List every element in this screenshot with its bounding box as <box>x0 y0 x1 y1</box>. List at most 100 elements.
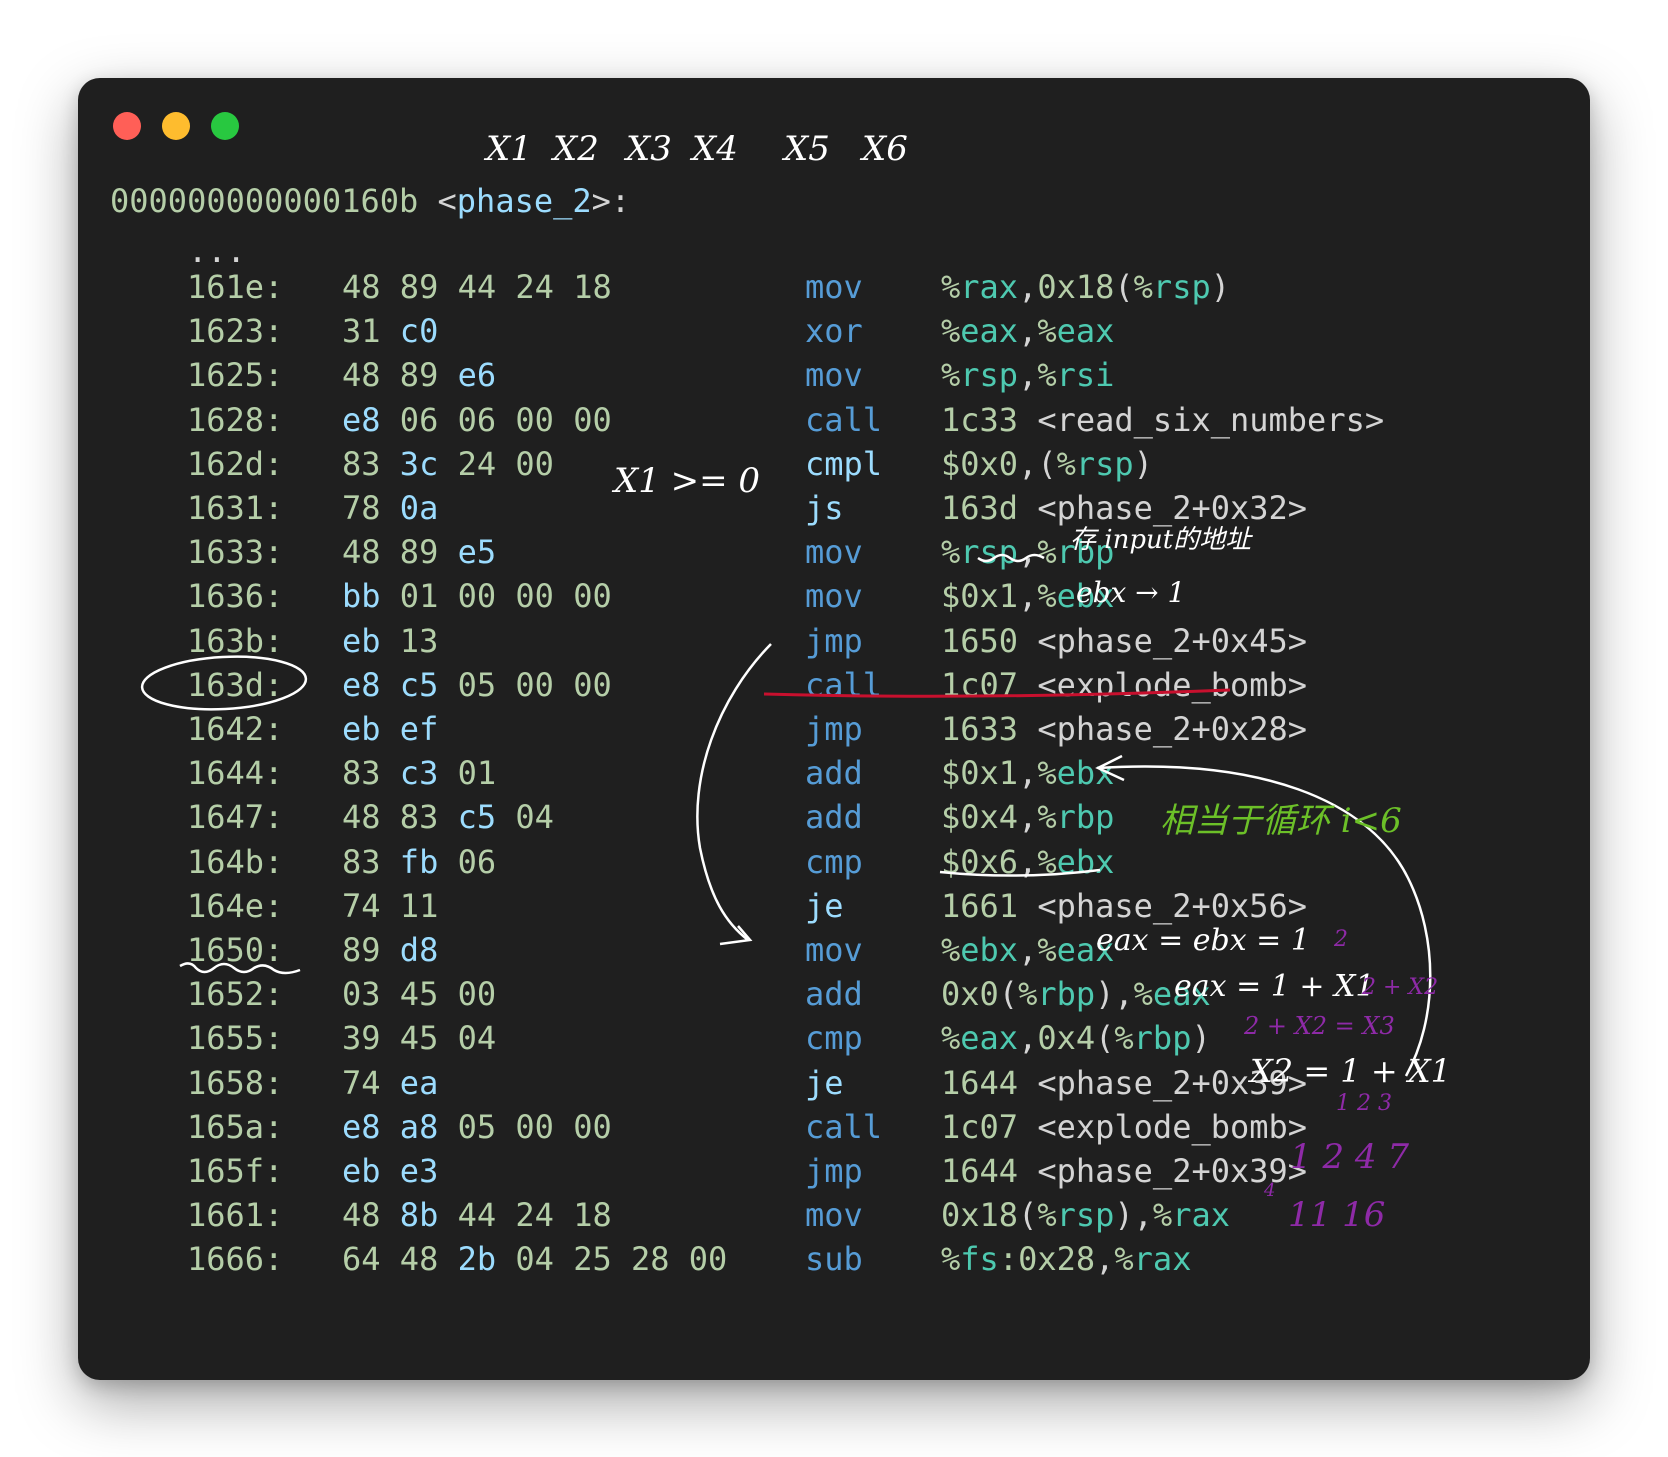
instruction-row: 1647: 48 83 c5 04 add $0x4,%rbp <box>78 794 1578 841</box>
instruction-mnemonic: add <box>805 798 863 837</box>
instruction-operands: %fs:0x28,%rax <box>941 1240 1192 1279</box>
instruction-bytes: 83 3c 24 00 <box>342 444 554 483</box>
instruction-mnemonic: cmp <box>805 842 863 881</box>
instruction-address: 1650: <box>187 931 284 969</box>
label-x4: X4 <box>689 129 738 169</box>
instruction-operands: 0x0(%rbp),%eax <box>941 975 1211 1014</box>
instruction-operands: %rax,0x18(%rsp) <box>941 268 1230 306</box>
instruction-operands: 1650 <phase_2+0x45> <box>941 621 1308 660</box>
maximize-button[interactable] <box>211 112 239 140</box>
instruction-mnemonic: add <box>805 754 863 793</box>
instruction-operands: %rsp,%rsi <box>941 356 1115 395</box>
instruction-mnemonic: add <box>805 975 863 1014</box>
instruction-operands: $0x6,%ebx <box>941 842 1115 881</box>
instruction-mnemonic: mov <box>805 533 863 572</box>
instruction-operands: %eax,%eax <box>941 312 1115 351</box>
instruction-row: 163b: eb 13 jmp 1650 <phase_2+0x45> <box>78 618 1578 665</box>
instruction-address: 161e: <box>187 268 284 306</box>
instruction-bytes: 74 11 <box>342 886 439 925</box>
instruction-row: 1666: 64 48 2b 04 25 28 00 sub %fs:0x28,%ra… <box>78 1236 1578 1283</box>
instruction-operands: $0x4,%rbp <box>941 798 1115 837</box>
instruction-address: 163b: <box>187 621 284 660</box>
instruction-bytes: e8 06 06 00 00 <box>342 400 612 439</box>
instruction-address: 1628: <box>187 400 284 439</box>
instruction-operands: $0x1,%ebx <box>941 754 1115 793</box>
instruction-row: 1623: 31 c0 xor %eax,%eax <box>78 308 1578 355</box>
instruction-row: 1644: 83 c3 01 add $0x1,%ebx <box>78 750 1578 797</box>
instruction-row: 1625: 48 89 e6 mov %rsp,%rsi <box>78 352 1578 399</box>
instruction-operands: 163d <phase_2+0x32> <box>941 489 1308 527</box>
instruction-row: 162d: 83 3c 24 00 cmpl $0x0,(%rsp) <box>78 441 1578 488</box>
instruction-bytes: 03 45 00 <box>342 975 497 1014</box>
instruction-row: 165a: e8 a8 05 00 00 call 1c07 <explode_bom… <box>78 1104 1578 1151</box>
instruction-operands: %eax,0x4(%rbp) <box>941 1019 1211 1058</box>
instruction-row: 164e: 74 11 je 1661 <phase_2+0x56> <box>78 883 1578 930</box>
instruction-row: 165f: eb e3 jmp 1644 <phase_2+0x39> <box>78 1148 1578 1195</box>
instruction-mnemonic: jmp <box>805 1152 863 1190</box>
instruction-bytes: 83 c3 01 <box>342 754 497 793</box>
instruction-address: 165f: <box>187 1152 284 1190</box>
instruction-bytes: bb 01 00 00 00 <box>342 577 612 616</box>
instruction-operands: 1633 <phase_2+0x28> <box>941 710 1308 748</box>
instruction-operands: %rsp,%rbp <box>941 533 1115 572</box>
instruction-row: 1642: eb ef jmp 1633 <phase_2+0x28> <box>78 706 1578 753</box>
instruction-mnemonic: jmp <box>805 710 863 748</box>
function-symbol: phase_2 <box>456 182 592 220</box>
instruction-address: 1658: <box>187 1063 284 1102</box>
instruction-mnemonic: call <box>805 665 883 704</box>
instruction-address: 1636: <box>187 577 284 616</box>
instruction-operands: %ebx,%eax <box>941 931 1115 969</box>
instruction-row: 1661: 48 8b 44 24 18 mov 0x18(%rsp),%rax <box>78 1192 1578 1239</box>
instruction-bytes: 48 89 44 24 18 <box>342 268 612 306</box>
instruction-operands: 1661 <phase_2+0x56> <box>941 886 1308 925</box>
instruction-row: 1636: bb 01 00 00 00 mov $0x1,%ebx <box>78 573 1578 620</box>
instruction-bytes: 31 c0 <box>342 312 439 351</box>
instruction-row: 1633: 48 89 e5 mov %rsp,%rbp <box>78 529 1578 576</box>
disassembly-listing: 000000000000160b <phase_2>: ... 161e: 48 … <box>78 78 1384 1278</box>
instruction-row: 161e: 48 89 44 24 18 mov %rax,0x18(%rsp) <box>78 264 1578 311</box>
instruction-address: 164b: <box>187 842 284 881</box>
instruction-bytes: 48 83 c5 04 <box>342 798 554 837</box>
label-x2: X2 <box>550 129 599 169</box>
instruction-address: 162d: <box>187 444 284 483</box>
terminal-window: 000000000000160b <phase_2>: ... 161e: 48 … <box>78 78 1590 1380</box>
minimize-button[interactable] <box>162 112 190 140</box>
label-x6: X6 <box>859 129 908 169</box>
instruction-operands: 1644 <phase_2+0x39> <box>941 1152 1308 1190</box>
instruction-address: 1633: <box>187 533 284 572</box>
instruction-address: 1655: <box>187 1019 284 1058</box>
instruction-row: 1658: 74 ea je 1644 <phase_2+0x39> <box>78 1060 1578 1107</box>
instruction-bytes: eb ef <box>342 710 439 748</box>
instruction-bytes: 74 ea <box>342 1063 439 1102</box>
instruction-address: 1652: <box>187 975 284 1014</box>
instruction-address: 1642: <box>187 710 284 748</box>
instruction-mnemonic: sub <box>805 1240 863 1279</box>
instruction-mnemonic: cmp <box>805 1019 863 1058</box>
instruction-address: 163d: <box>187 665 284 704</box>
instruction-operands: 1644 <phase_2+0x39> <box>941 1063 1308 1102</box>
instruction-address: 165a: <box>187 1107 284 1146</box>
instruction-address: 1666: <box>187 1240 284 1279</box>
instruction-mnemonic: cmpl <box>805 444 883 483</box>
label-x5: X5 <box>781 129 830 169</box>
instruction-operands: $0x0,(%rsp) <box>941 444 1153 483</box>
instruction-address: 1623: <box>187 312 284 351</box>
instruction-bytes: 83 fb 06 <box>342 842 497 881</box>
instruction-bytes: eb e3 <box>342 1152 439 1190</box>
instruction-mnemonic: mov <box>805 268 863 306</box>
instruction-row: 164b: 83 fb 06 cmp $0x6,%ebx <box>78 839 1578 886</box>
instruction-mnemonic: je <box>805 886 844 925</box>
instruction-mnemonic: call <box>805 1107 883 1146</box>
instruction-bytes: 48 89 e5 <box>342 533 497 572</box>
instruction-mnemonic: jmp <box>805 621 863 660</box>
label-x1: X1 <box>483 129 532 169</box>
instruction-bytes: 39 45 04 <box>342 1019 497 1058</box>
function-address: 000000000000160b <box>110 182 419 220</box>
instruction-operands: $0x1,%ebx <box>941 577 1115 616</box>
function-header: 000000000000160b <phase_2>: <box>110 182 631 220</box>
instruction-address: 1644: <box>187 754 284 793</box>
instruction-row: 1628: e8 06 06 00 00 call 1c33 <read_six_nu… <box>78 397 1578 444</box>
instruction-row: 163d: e8 c5 05 00 00 call 1c07 <explode_bom… <box>78 662 1578 709</box>
instruction-address: 164e: <box>187 886 284 925</box>
instruction-mnemonic: mov <box>805 356 863 395</box>
